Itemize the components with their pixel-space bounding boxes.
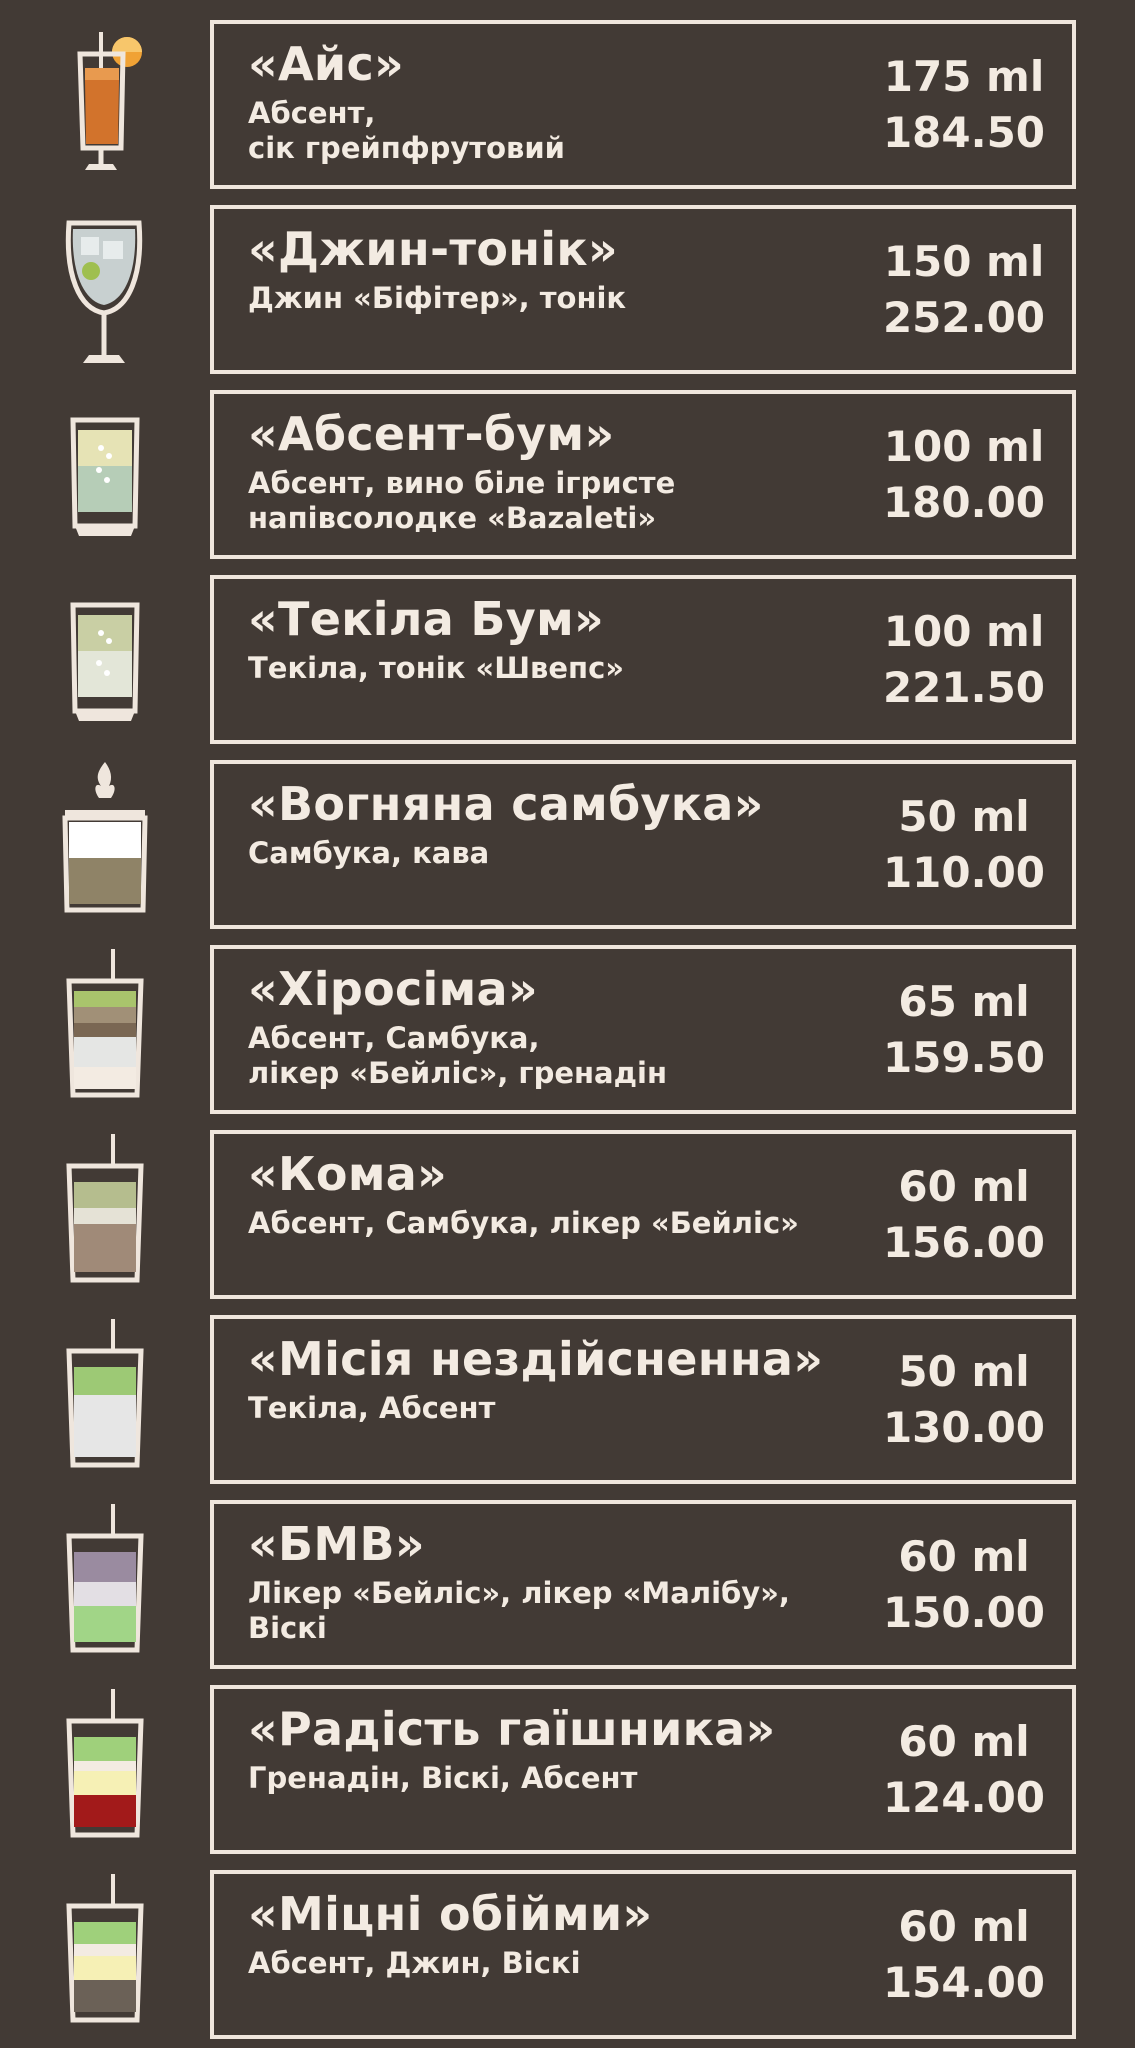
item-description: Абсент, Джин, Віскі xyxy=(248,1946,581,1980)
menu-item: «БМВ» Лікер «Бейліс», лікер «Малібу», Ві… xyxy=(0,1500,1135,1669)
item-description-line: Абсент, Самбука, xyxy=(248,1021,540,1055)
item-description: Абсент, сік грейпфрутовий xyxy=(248,96,808,166)
item-volume: 60 ml xyxy=(898,1162,1030,1211)
item-price: 110.00 xyxy=(882,848,1046,897)
menu-item: «Хіросіма» Абсент, Самбука, лікер «Бейлі… xyxy=(0,945,1135,1114)
item-description: Текіла, Абсент xyxy=(248,1391,496,1425)
highball-orange-cocktail-icon xyxy=(55,20,155,189)
item-description-line: Віскі xyxy=(248,1611,327,1645)
item-price: 184.50 xyxy=(882,108,1046,157)
layered-shot-icon xyxy=(55,1685,155,1854)
layered-shot-icon xyxy=(55,1315,155,1484)
item-price: 221.50 xyxy=(882,663,1046,712)
green-shot-glass-icon xyxy=(55,390,155,559)
menu-item-card: «Джин-тонік» Джин «Біфітер», тонік 150 m… xyxy=(210,205,1076,374)
menu-item-card: «Міцні обійми» Абсент, Джин, Віскі 60 ml… xyxy=(210,1870,1076,2039)
item-name: «Айс» xyxy=(248,37,405,91)
item-name: «Хіросіма» xyxy=(248,962,538,1016)
menu-item: «Вогняна самбука» Самбука, кава 50 ml 11… xyxy=(0,760,1135,929)
item-description-line: Лікер «Бейліс», лікер «Малібу», xyxy=(248,1576,790,1610)
menu-item: «Міцні обійми» Абсент, Джин, Віскі 60 ml… xyxy=(0,1870,1135,2039)
item-price: 150.00 xyxy=(882,1588,1046,1637)
layered-shot-icon xyxy=(55,945,155,1114)
menu-item-card: «Радість гаїшника» Гренадін, Віскі, Абсе… xyxy=(210,1685,1076,1854)
item-description: Джин «Біфітер», тонік xyxy=(248,281,627,315)
menu-item: «Джин-тонік» Джин «Біфітер», тонік 150 m… xyxy=(0,205,1135,374)
menu-item-card: «Місія нездійсненна» Текіла, Абсент 50 m… xyxy=(210,1315,1076,1484)
item-volume: 175 ml xyxy=(883,52,1045,101)
item-name: «Міцні обійми» xyxy=(248,1887,653,1941)
menu-item-card: «Хіросіма» Абсент, Самбука, лікер «Бейлі… xyxy=(210,945,1076,1114)
menu-item: «Радість гаїшника» Гренадін, Віскі, Абсе… xyxy=(0,1685,1135,1854)
menu-item-card: «Вогняна самбука» Самбука, кава 50 ml 11… xyxy=(210,760,1076,929)
item-volume: 60 ml xyxy=(898,1902,1030,1951)
item-name: «Кома» xyxy=(248,1147,448,1201)
item-description-line: напівсолодке «Bazaleti» xyxy=(248,501,657,535)
item-name: «Джин-тонік» xyxy=(248,222,618,276)
fizzy-shot-glass-icon xyxy=(55,575,155,744)
menu-item: «Текіла Бум» Текіла, тонік «Швепс» 100 m… xyxy=(0,575,1135,744)
item-name: «Місія нездійсненна» xyxy=(248,1332,824,1386)
item-name: «Радість гаїшника» xyxy=(248,1702,776,1756)
item-price: 159.50 xyxy=(882,1033,1046,1082)
layered-shot-icon xyxy=(55,1870,155,2039)
menu-item-card: «Кома» Абсент, Самбука, лікер «Бейліс» 6… xyxy=(210,1130,1076,1299)
item-volume: 65 ml xyxy=(898,977,1030,1026)
item-price: 154.00 xyxy=(882,1958,1046,2007)
layered-shot-icon xyxy=(55,1500,155,1669)
menu-item-card: «БМВ» Лікер «Бейліс», лікер «Малібу», Ві… xyxy=(210,1500,1076,1669)
item-price: 156.00 xyxy=(882,1218,1046,1267)
item-price: 252.00 xyxy=(882,293,1046,342)
layered-shot-icon xyxy=(55,1130,155,1299)
item-description: Самбука, кава xyxy=(248,836,490,870)
gin-tonic-glass-icon xyxy=(55,205,155,374)
item-price: 130.00 xyxy=(882,1403,1046,1452)
item-name: «Абсент-бум» xyxy=(248,407,615,461)
menu-item-card: «Айс» Абсент, сік грейпфрутовий 175 ml 1… xyxy=(210,20,1076,189)
flaming-shot-icon xyxy=(55,760,155,929)
item-volume: 50 ml xyxy=(898,792,1030,841)
item-description-line: сік грейпфрутовий xyxy=(248,131,566,165)
item-description: Абсент, Самбука, лікер «Бейліс» xyxy=(248,1206,799,1240)
item-volume: 60 ml xyxy=(898,1532,1030,1581)
item-name: «Вогняна самбука» xyxy=(248,777,764,831)
item-volume: 150 ml xyxy=(883,237,1045,286)
item-name: «БМВ» xyxy=(248,1517,425,1571)
menu-item: «Кома» Абсент, Самбука, лікер «Бейліс» 6… xyxy=(0,1130,1135,1299)
item-description: Абсент, Самбука, лікер «Бейліс», гренаді… xyxy=(248,1021,808,1091)
item-name: «Текіла Бум» xyxy=(248,592,604,646)
menu-item: «Місія нездійсненна» Текіла, Абсент 50 m… xyxy=(0,1315,1135,1484)
item-volume: 50 ml xyxy=(898,1347,1030,1396)
item-description-line: Абсент, вино біле ігристе xyxy=(248,466,676,500)
item-volume: 100 ml xyxy=(883,607,1045,656)
item-description-line: Абсент, xyxy=(248,96,376,130)
item-description: Гренадін, Віскі, Абсент xyxy=(248,1761,638,1795)
item-description-line: лікер «Бейліс», гренадін xyxy=(248,1056,668,1090)
item-price: 124.00 xyxy=(882,1773,1046,1822)
item-description: Абсент, вино біле ігристе напівсолодке «… xyxy=(248,466,808,536)
menu-item: «Абсент-бум» Абсент, вино біле ігристе н… xyxy=(0,390,1135,559)
item-description: Текіла, тонік «Швепс» xyxy=(248,651,625,685)
item-price: 180.00 xyxy=(882,478,1046,527)
menu-item: «Айс» Абсент, сік грейпфрутовий 175 ml 1… xyxy=(0,20,1135,189)
item-description: Лікер «Бейліс», лікер «Малібу», Віскі xyxy=(248,1576,808,1646)
menu-item-card: «Текіла Бум» Текіла, тонік «Швепс» 100 m… xyxy=(210,575,1076,744)
menu-item-card: «Абсент-бум» Абсент, вино біле ігристе н… xyxy=(210,390,1076,559)
item-volume: 60 ml xyxy=(898,1717,1030,1766)
item-volume: 100 ml xyxy=(883,422,1045,471)
